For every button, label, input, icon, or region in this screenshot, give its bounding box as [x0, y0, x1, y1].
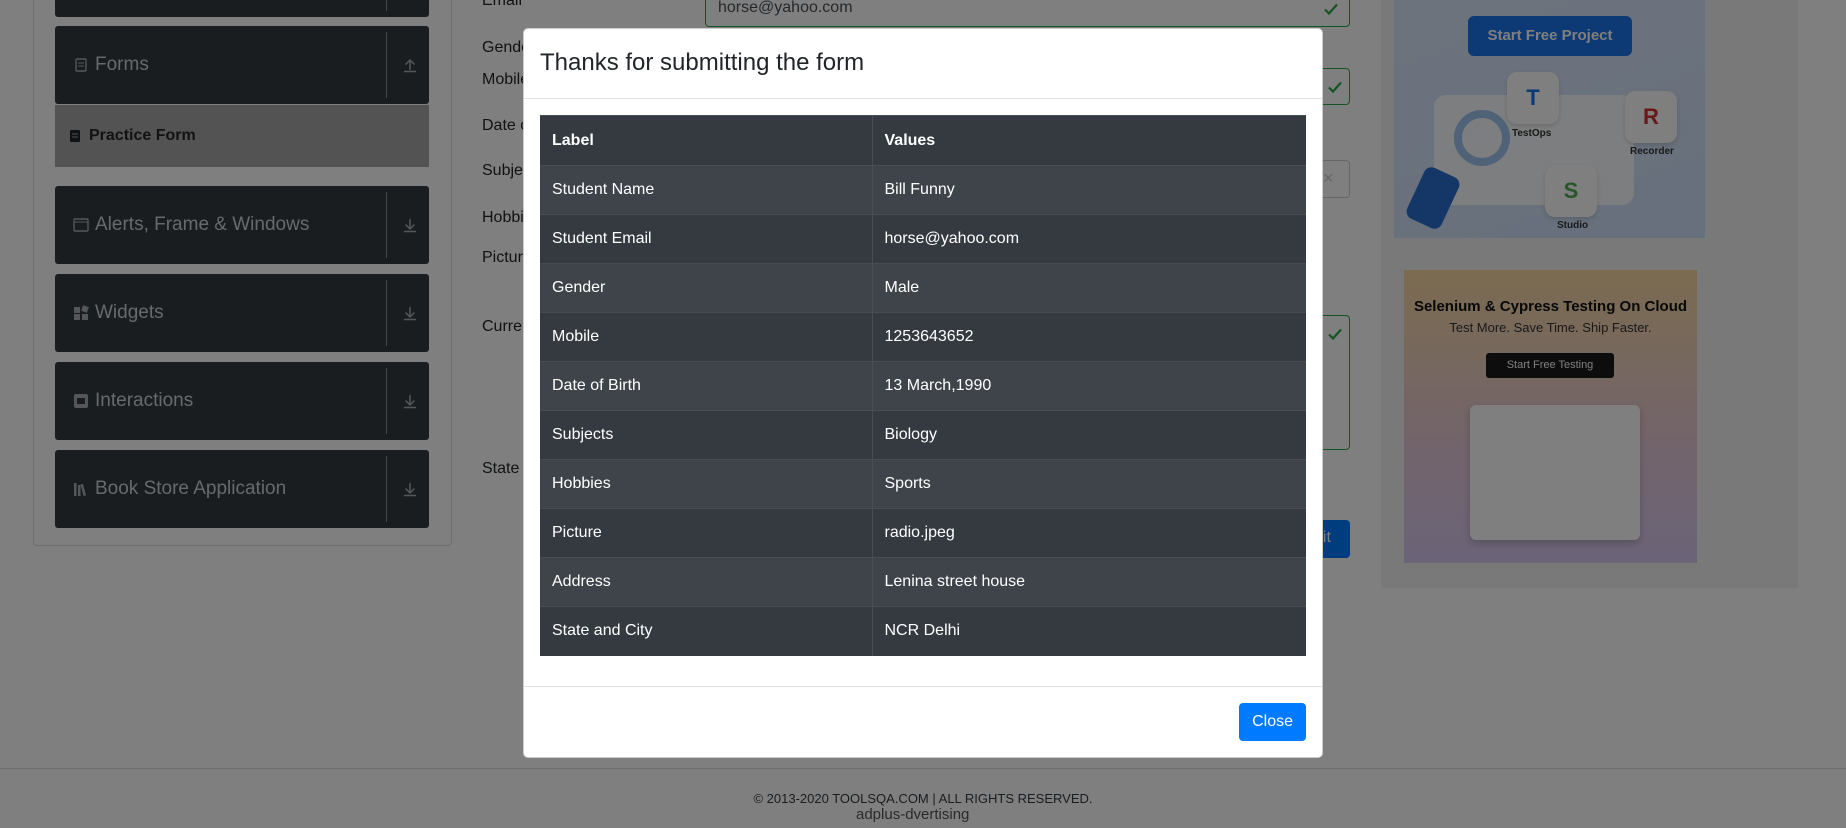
- row-value: Lenina street house: [871, 557, 1306, 607]
- table-row: Picture radio.jpeg: [540, 508, 1306, 558]
- row-label: Gender: [540, 263, 872, 313]
- row-value: 1253643652: [871, 312, 1306, 362]
- row-label: Picture: [540, 508, 872, 558]
- row-value: horse@yahoo.com: [871, 214, 1306, 264]
- table-row: Gender Male: [540, 263, 1306, 313]
- row-label: State and City: [540, 606, 872, 656]
- close-button[interactable]: Close: [1239, 703, 1306, 741]
- table-row: Student Name Bill Funny: [540, 165, 1306, 215]
- header-label: Label: [540, 115, 872, 166]
- table-row: State and City NCR Delhi: [540, 606, 1306, 656]
- row-value: Biology: [871, 410, 1306, 460]
- row-value: Sports: [871, 459, 1306, 509]
- modal-header: Thanks for submitting the form: [524, 29, 1322, 99]
- row-label: Hobbies: [540, 459, 872, 509]
- row-label: Subjects: [540, 410, 872, 460]
- row-label: Student Name: [540, 165, 872, 215]
- row-label: Address: [540, 557, 872, 607]
- table-row: Student Email horse@yahoo.com: [540, 214, 1306, 264]
- submission-modal: Thanks for submitting the form Label Val…: [523, 28, 1323, 758]
- row-label: Mobile: [540, 312, 872, 362]
- table-row: Mobile 1253643652: [540, 312, 1306, 362]
- modal-body: Label Values Student Name Bill Funny Stud…: [524, 99, 1322, 672]
- table-row: Address Lenina street house: [540, 557, 1306, 607]
- table-header-row: Label Values: [540, 115, 1306, 166]
- table-row: Date of Birth 13 March,1990: [540, 361, 1306, 411]
- modal-title: Thanks for submitting the form: [540, 49, 865, 76]
- table-row: Subjects Biology: [540, 410, 1306, 460]
- row-label: Date of Birth: [540, 361, 872, 411]
- modal-footer: Close: [524, 686, 1322, 757]
- submission-table: Label Values Student Name Bill Funny Stud…: [540, 115, 1306, 656]
- row-label: Student Email: [540, 214, 872, 264]
- row-value: NCR Delhi: [871, 606, 1306, 656]
- header-values: Values: [871, 115, 1306, 166]
- row-value: Male: [871, 263, 1306, 313]
- table-row: Hobbies Sports: [540, 459, 1306, 509]
- row-value: 13 March,1990: [871, 361, 1306, 411]
- row-value: radio.jpeg: [871, 508, 1306, 558]
- row-value: Bill Funny: [871, 165, 1306, 215]
